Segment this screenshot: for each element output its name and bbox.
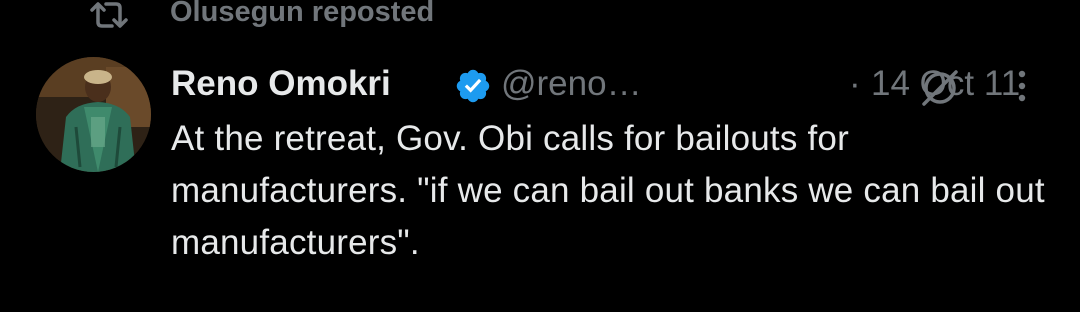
tweet-text: At the retreat, Gov. Obi calls for bailo… (171, 119, 1045, 262)
tweet-header: Reno Omokri @reno… · 14 Oct 11 (171, 60, 1061, 108)
separator-dot: · (849, 64, 861, 103)
grok-icon[interactable] (918, 66, 962, 110)
verified-badge-icon[interactable] (454, 67, 492, 105)
avatar[interactable] (36, 57, 151, 172)
more-options-icon[interactable] (1010, 66, 1034, 106)
author-name[interactable]: Reno Omokri (171, 62, 391, 106)
author-handle[interactable]: @reno… (501, 62, 642, 106)
repost-header: Olusegun reposted (0, 0, 1080, 32)
repost-label[interactable]: Olusegun reposted (170, 0, 434, 32)
repost-icon (90, 2, 128, 28)
